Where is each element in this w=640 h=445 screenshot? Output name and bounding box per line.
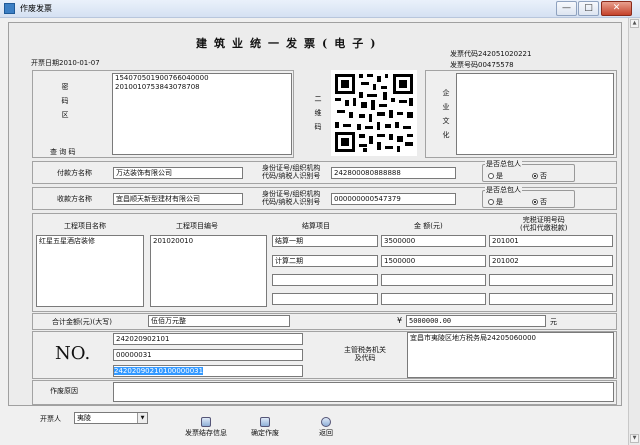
- back-arrow-icon: [321, 417, 331, 427]
- col-project-code: 工程项目编号: [176, 222, 218, 230]
- close-button[interactable]: ✕: [601, 1, 632, 16]
- tax-cert-field-4[interactable]: [489, 293, 613, 305]
- total-words-field: 伍佰万元整: [148, 315, 290, 327]
- cipher-line-1: 154070501900766040000: [115, 74, 209, 82]
- number-field-1[interactable]: 242020902101: [113, 333, 303, 345]
- maximize-button[interactable]: □: [578, 1, 599, 16]
- amount-field-2[interactable]: 1500000: [381, 255, 486, 267]
- payee-id-label: 身份证号/组织机构 代码/纳税人识别号: [262, 190, 321, 206]
- back-button[interactable]: 返回: [312, 417, 340, 438]
- radio-icon[interactable]: [488, 173, 494, 179]
- window-title: 作废发票: [20, 4, 52, 13]
- amount-field-1[interactable]: 3500000: [381, 235, 486, 247]
- payee-label: 收款方名称: [57, 195, 92, 203]
- scroll-up-icon[interactable]: ▲: [630, 19, 639, 28]
- col-tax-cert: 完税证明号码 (代扣代缴税款): [520, 216, 568, 232]
- check-icon: [260, 417, 270, 427]
- total-label: 合计金额(元)(大写): [52, 318, 112, 326]
- tax-authority-label: 主管税务机关 及代码: [344, 346, 386, 362]
- enterprise-culture-field[interactable]: [456, 73, 614, 155]
- vertical-scrollbar[interactable]: ▲ ▼: [628, 18, 640, 445]
- invoice-number: 发票号码00475578: [450, 61, 514, 69]
- back-label: 返回: [319, 429, 333, 437]
- scroll-down-icon[interactable]: ▼: [630, 434, 639, 443]
- app-icon: [4, 3, 15, 14]
- payer-id-field[interactable]: 242800080888888: [331, 167, 456, 179]
- total-unit: 元: [550, 318, 557, 326]
- confirm-void-button[interactable]: 确定作废: [244, 417, 286, 438]
- total-amount-field: 5000000.00: [406, 315, 546, 327]
- invoice-code: 发票代码242051020221: [450, 50, 532, 58]
- payer-contractor-label: 是否总包人: [485, 159, 522, 169]
- payer-contractor-yes[interactable]: 是: [488, 171, 503, 181]
- invoice-title: 建筑业统一发票(电子): [196, 37, 383, 50]
- payer-contractor-no[interactable]: 否: [532, 171, 547, 181]
- payee-contractor-no[interactable]: 否: [532, 197, 547, 207]
- col-settlement: 结算项目: [302, 222, 330, 230]
- tax-cert-field-2[interactable]: 201002: [489, 255, 613, 267]
- payer-label: 付款方名称: [57, 169, 92, 177]
- issuer-label: 开票人: [40, 415, 61, 423]
- tax-cert-field-3[interactable]: [489, 274, 613, 286]
- floppy-icon: [201, 417, 211, 427]
- amount-field-4[interactable]: [381, 293, 486, 305]
- qr-label: 二维码: [314, 95, 322, 131]
- no-label: NO.: [55, 343, 91, 364]
- stock-info-label: 发票结存信息: [185, 429, 227, 437]
- issue-date: 开票日期2010-01-07: [31, 59, 100, 67]
- chevron-down-icon[interactable]: ▼: [137, 413, 147, 423]
- project-name-field[interactable]: 红星五星酒店装修: [36, 235, 144, 307]
- number-field-3[interactable]: 24202090210100000031: [113, 365, 303, 377]
- payee-contractor-yes[interactable]: 是: [488, 197, 503, 207]
- payee-name-field[interactable]: 宜昌顺天新型建材有限公司: [113, 193, 243, 205]
- col-amount: 金 额(元): [414, 222, 443, 230]
- selected-text[interactable]: 24202090210100000031: [114, 367, 204, 375]
- amount-field-3[interactable]: [381, 274, 486, 286]
- project-code-field[interactable]: 201020010: [150, 235, 267, 307]
- currency-symbol: ¥: [397, 316, 403, 325]
- radio-selected-icon[interactable]: [532, 199, 538, 205]
- qr-code-icon: [331, 70, 417, 156]
- tax-cert-field-1[interactable]: 201001: [489, 235, 613, 247]
- void-reason-label: 作废原因: [50, 387, 78, 395]
- issuer-value: 夷陵: [77, 414, 91, 422]
- number-field-2[interactable]: 00000031: [113, 349, 303, 361]
- radio-icon[interactable]: [488, 199, 494, 205]
- confirm-void-label: 确定作废: [251, 429, 279, 437]
- query-code-label: 查 询 码: [50, 148, 76, 156]
- minimize-button[interactable]: —: [556, 1, 577, 16]
- issuer-select[interactable]: 夷陵 ▼: [74, 412, 148, 424]
- settlement-field-2[interactable]: 计算二期: [272, 255, 378, 267]
- payee-contractor-label: 是否总包人: [485, 185, 522, 195]
- settlement-field-4[interactable]: [272, 293, 378, 305]
- payer-name-field[interactable]: 万达装饰有限公司: [113, 167, 243, 179]
- col-project-name: 工程项目名称: [64, 222, 106, 230]
- void-reason-field[interactable]: [113, 382, 614, 402]
- stock-info-button[interactable]: 发票结存信息: [176, 417, 236, 438]
- tax-authority-field[interactable]: 宜昌市夷陵区地方税务局24205060000: [407, 332, 614, 378]
- cipher-line-2: 2010010753843078708: [115, 83, 200, 91]
- enterprise-culture-label: 企业文化: [442, 89, 450, 139]
- payee-id-field[interactable]: 000000000547379: [331, 193, 456, 205]
- settlement-field-3[interactable]: [272, 274, 378, 286]
- cipher-label: 密码区: [61, 83, 69, 119]
- radio-selected-icon[interactable]: [532, 173, 538, 179]
- payer-id-label: 身份证号/组织机构 代码/纳税人识别号: [262, 164, 321, 180]
- settlement-field-1[interactable]: 结算一期: [272, 235, 378, 247]
- cipher-text: 154070501900766040000 201001075384307870…: [112, 73, 292, 155]
- window-titlebar: 作废发票 — □ ✕: [0, 0, 640, 18]
